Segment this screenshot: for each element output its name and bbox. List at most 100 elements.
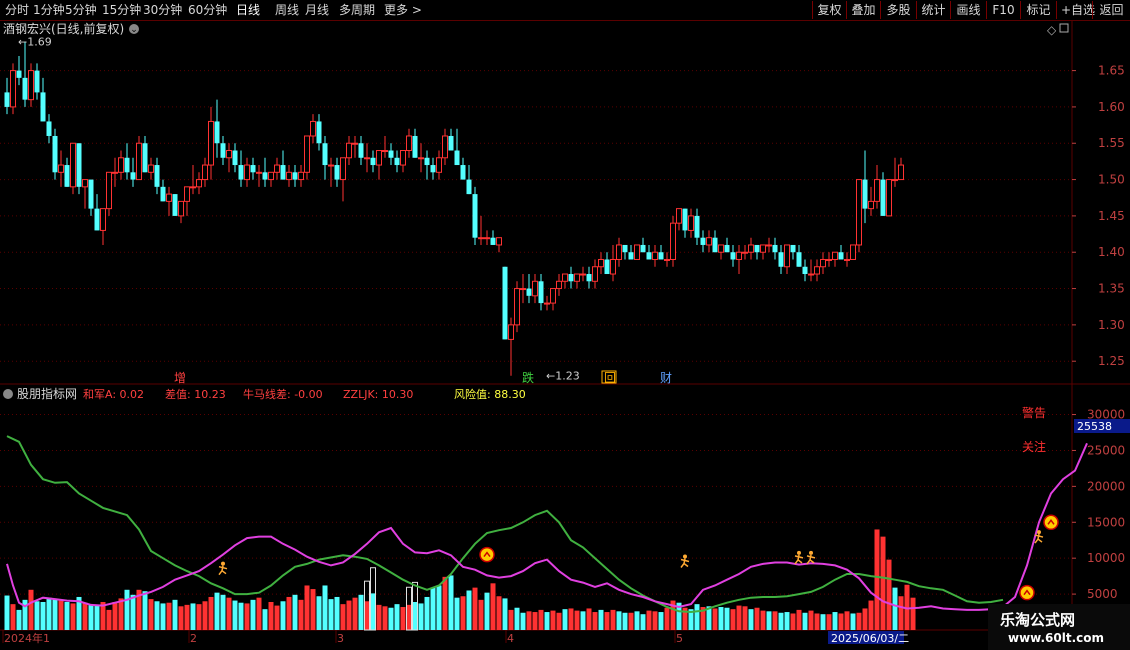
candle-body-up bbox=[406, 135, 412, 152]
candle-body-down bbox=[538, 281, 544, 304]
candle-body-up bbox=[346, 142, 352, 159]
candle-body-down bbox=[22, 77, 28, 100]
toolbar-button-3[interactable]: 统计 bbox=[916, 1, 950, 19]
square-icon[interactable] bbox=[1059, 23, 1069, 33]
volume-bar-down bbox=[358, 594, 364, 630]
volume-bar-down bbox=[172, 599, 178, 630]
volume-bar-up bbox=[244, 603, 250, 630]
volume-bar-down bbox=[262, 609, 268, 630]
candle-body-down bbox=[772, 244, 778, 253]
toolbar-button-5[interactable]: F10 bbox=[986, 1, 1020, 19]
candle-body-up bbox=[82, 179, 88, 188]
candle-body-down bbox=[160, 186, 166, 202]
candle-body-down bbox=[730, 252, 736, 260]
period-8[interactable]: 月线 bbox=[305, 0, 329, 20]
event-marker-2: 回 bbox=[604, 371, 616, 385]
period-6[interactable]: 日线 bbox=[236, 0, 260, 20]
volume-bar-up bbox=[808, 610, 814, 630]
volume-bar-up bbox=[868, 600, 874, 630]
toolbar-button-6[interactable]: 标记 bbox=[1020, 1, 1056, 19]
period-0[interactable]: 分时 bbox=[5, 0, 29, 20]
price-axis-label-4: 1.45 bbox=[1098, 209, 1125, 223]
volume-bar-up bbox=[460, 596, 466, 630]
period-2[interactable]: 5分钟 bbox=[65, 0, 97, 20]
candle-body-down bbox=[778, 252, 784, 267]
toolbar-button-1[interactable]: 叠加 bbox=[846, 1, 880, 19]
stock-chart[interactable]: 1.65 1.60 1.55 1.50 1.45 1.40 1.35 1.30 1.25 ←1.6… bbox=[0, 21, 1130, 650]
candle-body-up bbox=[574, 273, 580, 282]
person-signal-icon bbox=[221, 561, 225, 566]
toolbar-button-8[interactable]: 返回 bbox=[1092, 1, 1130, 19]
volume-bar-up bbox=[310, 589, 316, 630]
indicator-readout-1: 差值: 10.23 bbox=[165, 387, 226, 401]
price-axis-label-7: 1.30 bbox=[1098, 318, 1125, 332]
volume-bar-down bbox=[622, 612, 628, 630]
toolbar-button-4[interactable]: 画线 bbox=[950, 1, 986, 19]
price-axis-label-3: 1.50 bbox=[1098, 173, 1125, 187]
period-1[interactable]: 1分钟 bbox=[33, 0, 65, 20]
indicator-axis-label-3: 15000 bbox=[1087, 515, 1125, 529]
period-4[interactable]: 30分钟 bbox=[143, 0, 182, 20]
candle-body-up bbox=[688, 215, 694, 231]
period-10[interactable]: 更多 > bbox=[384, 0, 422, 20]
volume-bar-down bbox=[4, 595, 10, 630]
watermark: 乐淘公式网 www.60lt.com bbox=[988, 604, 1130, 650]
candle-body-up bbox=[886, 179, 892, 217]
indicator-dropdown-icon[interactable] bbox=[3, 389, 13, 399]
price-axis-label-2: 1.55 bbox=[1098, 136, 1125, 150]
volume-bar-up bbox=[304, 585, 310, 630]
toolbar-button-7[interactable]: +自选 bbox=[1056, 1, 1095, 19]
volume-bar-down bbox=[388, 607, 394, 630]
volume-bar-up bbox=[652, 611, 658, 630]
candle-body-down bbox=[460, 165, 466, 180]
toolbar-button-0[interactable]: 复权 bbox=[812, 1, 846, 19]
volume-bar-up bbox=[82, 602, 88, 630]
volume-bar-up bbox=[610, 609, 616, 630]
price-axis-label-8: 1.25 bbox=[1098, 354, 1125, 368]
candle-body-up bbox=[286, 171, 292, 181]
period-3[interactable]: 15分钟 bbox=[102, 0, 141, 20]
candle-body-up bbox=[364, 157, 370, 160]
candle-body-up bbox=[550, 288, 556, 304]
candle-body-up bbox=[28, 70, 34, 101]
volume-bar-down bbox=[418, 603, 424, 630]
event-marker-0: 增 bbox=[174, 371, 186, 385]
candle-body-down bbox=[448, 135, 454, 151]
person-signal-figure bbox=[794, 554, 804, 565]
candle-body-up bbox=[208, 120, 214, 166]
watermark-url: www.60lt.com bbox=[1008, 631, 1105, 645]
candle-body-down bbox=[40, 92, 46, 122]
volume-bar-down bbox=[778, 612, 784, 630]
volume-bar-down bbox=[412, 601, 418, 630]
period-9[interactable]: 多周期 bbox=[339, 0, 375, 20]
volume-bar-down bbox=[580, 611, 586, 630]
candle-body-up bbox=[382, 150, 388, 153]
volume-bar-up bbox=[346, 600, 352, 630]
candle-body-up bbox=[304, 135, 310, 173]
volume-bar-down bbox=[238, 602, 244, 630]
candle-body-up bbox=[400, 150, 406, 166]
period-7[interactable]: 周线 bbox=[275, 0, 299, 20]
candle-body-down bbox=[724, 244, 730, 253]
coin-signal-icon bbox=[479, 546, 495, 563]
volume-bar-down bbox=[634, 611, 640, 630]
candle-body-down bbox=[4, 92, 10, 107]
price-axis-label-5: 1.40 bbox=[1098, 245, 1125, 259]
volume-bar-up bbox=[628, 612, 634, 630]
volume-bar-up bbox=[568, 608, 574, 630]
price-high-label: ←1.69 bbox=[18, 36, 52, 49]
toolbar-button-2[interactable]: 多股 bbox=[880, 1, 916, 19]
volume-bar-down bbox=[124, 589, 130, 630]
title-dropdown-chevron: ⌄ bbox=[130, 25, 138, 35]
volume-bar-down bbox=[94, 605, 100, 630]
volume-bar-down bbox=[424, 596, 430, 630]
candle-body-down bbox=[232, 150, 238, 166]
period-5[interactable]: 60分钟 bbox=[188, 0, 227, 20]
volume-bar-down bbox=[784, 612, 790, 630]
candle-body-up bbox=[736, 251, 742, 260]
volume-bar-up bbox=[442, 576, 448, 630]
volume-bar-up bbox=[70, 603, 76, 630]
volume-bar-down bbox=[16, 609, 22, 630]
volume-bar-up bbox=[406, 604, 412, 630]
candle-body-up bbox=[196, 179, 202, 188]
